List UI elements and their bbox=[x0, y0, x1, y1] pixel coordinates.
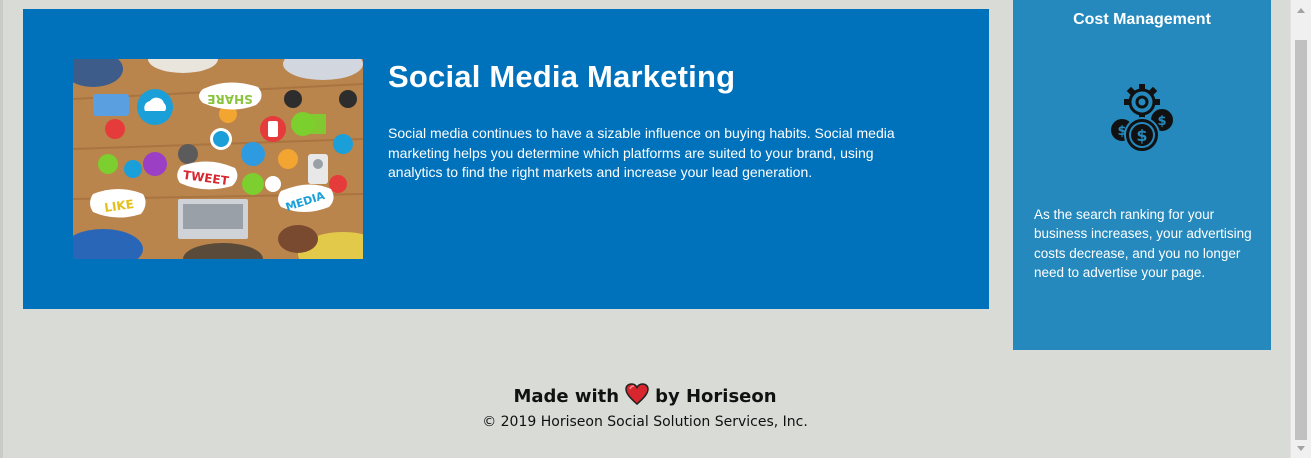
benefit-description: As the search ranking for your business … bbox=[1034, 207, 1252, 280]
footer-copyright: © 2019 Horiseon Social Solution Services… bbox=[482, 414, 808, 430]
footer: Made with by Horiseon © 2019 Horiseon Soc… bbox=[0, 383, 1290, 432]
image-share-word: SHARE bbox=[207, 92, 252, 106]
cost-management-icon: $ $ $ bbox=[1102, 80, 1182, 160]
vertical-scrollbar[interactable] bbox=[1290, 0, 1311, 458]
service-heading: Social Media Marketing bbox=[388, 59, 736, 94]
benefit-title: Cost Management bbox=[1073, 11, 1211, 28]
footer-made-with: Made with by Horiseon bbox=[0, 383, 1290, 412]
service-description: Social media continues to have a sizable… bbox=[388, 125, 895, 180]
scrollbar-thumb[interactable] bbox=[1295, 40, 1307, 440]
svg-text:$: $ bbox=[1136, 126, 1147, 145]
benefit-cost-management: Cost Management $ $ $ As the search rank… bbox=[1013, 0, 1271, 350]
heart-icon bbox=[625, 383, 649, 412]
svg-text:$: $ bbox=[1157, 114, 1166, 129]
scroll-up-arrow-icon[interactable] bbox=[1297, 8, 1305, 13]
footer-made-prefix: Made with bbox=[513, 386, 620, 407]
service-social-media-marketing: SHARE TWEET LIKE MEDIA Social Media Mark… bbox=[23, 9, 989, 309]
social-media-image: SHARE TWEET LIKE MEDIA bbox=[73, 59, 363, 259]
scroll-down-arrow-icon[interactable] bbox=[1297, 446, 1305, 451]
footer-made-suffix: by Horiseon bbox=[655, 386, 777, 407]
